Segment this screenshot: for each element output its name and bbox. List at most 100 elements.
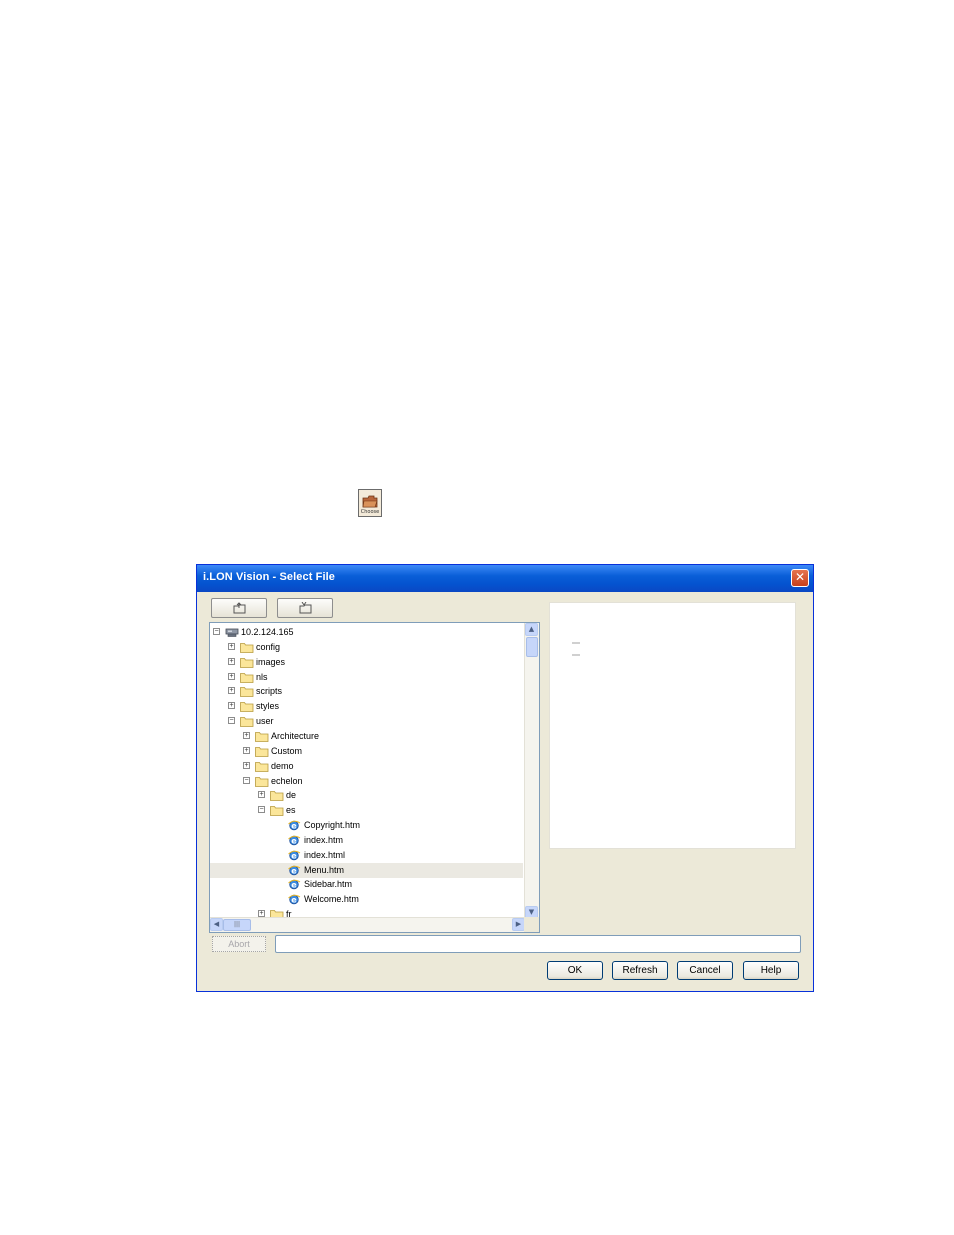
preview-line (572, 642, 580, 644)
tree-item-label: 10.2.124.165 (241, 627, 294, 637)
expand-plus-icon[interactable]: + (243, 761, 250, 769)
server-icon (225, 628, 239, 637)
collapse-minus-icon[interactable]: − (258, 806, 265, 814)
tree-item-label: index.htm (304, 834, 344, 845)
tree-item-label: Sidebar.htm (304, 879, 353, 890)
folder-icon (240, 702, 254, 713)
tree-item-label: Welcome.htm (304, 894, 359, 905)
horizontal-scrollbar[interactable]: ◀ ||| ▶ (210, 917, 525, 932)
choose-folder-icon[interactable]: Choose (358, 489, 382, 517)
expand-plus-icon[interactable]: + (243, 731, 250, 739)
html-file-icon: e (288, 850, 301, 860)
tree-folder-item[interactable]: + demo (210, 759, 523, 774)
collapse-minus-icon[interactable]: − (243, 776, 250, 784)
dialog-title: i.LON Vision - Select File (203, 571, 335, 583)
status-field[interactable] (275, 935, 801, 953)
folder-icon (255, 732, 269, 742)
folder-icon (270, 791, 284, 802)
title-bar[interactable]: i.LON Vision - Select File ✕ (197, 565, 813, 592)
expand-plus-icon[interactable]: + (228, 657, 235, 665)
new-folder-button[interactable] (277, 598, 333, 618)
vertical-scrollbar[interactable]: ▲ ▼ (524, 623, 539, 919)
ok-button[interactable]: OK (547, 961, 603, 980)
tree-item-label: demo (271, 760, 294, 771)
folder-icon (240, 687, 254, 698)
folder-icon (270, 806, 284, 817)
select-file-dialog: i.LON Vision - Select File ✕ − 10.2.124.1… (196, 564, 814, 992)
html-file-icon: e (288, 865, 301, 875)
folder-icon (240, 642, 254, 653)
expand-plus-icon[interactable]: + (228, 687, 235, 695)
tree-file-item[interactable]: e index.htm (210, 833, 523, 848)
tree-item-label: Copyright.htm (304, 820, 361, 831)
folder-up-icon (233, 602, 246, 614)
expand-plus-icon[interactable]: + (228, 642, 235, 650)
expand-plus-icon[interactable]: + (228, 702, 235, 710)
scroll-up-icon[interactable]: ▲ (525, 623, 538, 636)
tree-item-label: Architecture (271, 730, 320, 741)
tree-folder-item[interactable]: − user (210, 714, 523, 729)
tree-folder-item[interactable]: + styles (210, 699, 523, 714)
html-file-icon: e (288, 835, 301, 845)
expand-plus-icon[interactable]: + (243, 746, 250, 754)
folder-icon (255, 761, 269, 772)
file-preview-pane (549, 602, 796, 849)
tree-file-item[interactable]: e Copyright.htm (210, 818, 523, 833)
tree-folder-item[interactable]: − 10.2.124.165 (210, 625, 523, 640)
new-folder-icon (299, 602, 312, 614)
html-file-icon: e (288, 880, 301, 890)
folder-icon (362, 495, 378, 508)
choose-caption: Choose (360, 509, 380, 515)
expand-plus-icon[interactable]: + (258, 791, 265, 799)
tree-folder-item[interactable]: + config (210, 640, 523, 655)
collapse-minus-icon[interactable]: − (213, 628, 220, 635)
tree-file-item[interactable]: e index.html (210, 848, 523, 863)
tree-folder-item[interactable]: − echelon (210, 774, 523, 789)
close-icon: ✕ (794, 570, 806, 584)
tree-folder-item[interactable]: − es (210, 803, 523, 818)
cancel-button[interactable]: Cancel (677, 961, 733, 980)
vertical-scroll-thumb[interactable] (526, 637, 538, 657)
tree-folder-item[interactable]: + Architecture (210, 729, 523, 744)
folder-icon (255, 776, 269, 787)
svg-text:e: e (291, 851, 297, 860)
expand-plus-icon[interactable]: + (228, 672, 235, 680)
tree-folder-item[interactable]: + nls (210, 670, 523, 685)
tree-file-item[interactable]: e Welcome.htm (210, 892, 523, 907)
tree-item-label: styles (256, 701, 280, 712)
svg-text:e: e (291, 822, 297, 831)
tree-item-label: es (286, 805, 296, 816)
scrollbar-corner (524, 917, 539, 932)
horizontal-scroll-thumb[interactable]: ||| (223, 919, 251, 931)
svg-text:e: e (291, 866, 297, 875)
tree-item-label: config (256, 641, 281, 652)
html-file-icon: e (288, 895, 301, 905)
tree-folder-item[interactable]: + Custom (210, 744, 523, 759)
tree-item-label: echelon (271, 775, 303, 786)
folder-tree[interactable]: −10.2.124.165 + config + images + nls + scripts +… (209, 622, 540, 933)
folder-icon (240, 717, 254, 727)
tree-folder-item[interactable]: + scripts (210, 684, 523, 699)
svg-text:e: e (291, 896, 297, 905)
svg-text:e: e (291, 836, 297, 845)
tree-folder-item[interactable]: + de (210, 788, 523, 803)
refresh-button[interactable]: Refresh (612, 961, 668, 980)
close-button[interactable]: ✕ (791, 569, 809, 587)
folder-icon (240, 672, 254, 683)
abort-button[interactable]: Abort (212, 936, 266, 952)
collapse-minus-icon[interactable]: − (228, 717, 235, 725)
tree-file-item[interactable]: e Sidebar.htm (210, 877, 523, 892)
tree-folder-item[interactable]: + images (210, 655, 523, 670)
tree-item-label: Menu.htm (304, 864, 345, 875)
tree-item-label: index.html (304, 849, 346, 860)
tree-item-label: de (286, 790, 297, 801)
tree-item-label: images (256, 656, 286, 667)
preview-line (572, 654, 580, 656)
go-up-folder-button[interactable] (211, 598, 267, 618)
svg-text:e: e (291, 881, 297, 890)
tree-file-item[interactable]: e Menu.htm (210, 862, 523, 878)
folder-icon (240, 657, 254, 668)
tree-item-label: user (256, 716, 274, 727)
scroll-left-icon[interactable]: ◀ (210, 918, 223, 931)
help-button[interactable]: Help (743, 961, 799, 980)
